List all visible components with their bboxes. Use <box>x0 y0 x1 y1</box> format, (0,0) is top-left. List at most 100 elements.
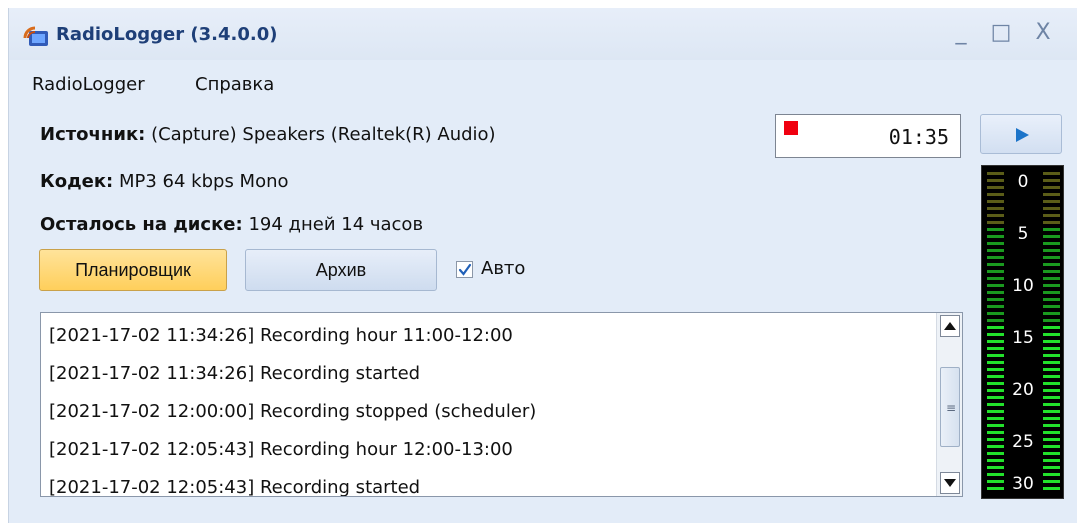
vu-meter-segment <box>987 277 1004 280</box>
scheduler-button[interactable]: Планировщик <box>39 249 227 291</box>
vu-meter-segment <box>987 368 1004 371</box>
chevron-down-icon <box>944 479 956 487</box>
vu-meter-segment <box>1043 242 1060 245</box>
vu-meter-segment <box>1043 291 1060 294</box>
vu-meter-segment <box>1043 431 1060 434</box>
vu-meter-segment <box>1043 361 1060 364</box>
vu-meter-segment <box>1043 480 1060 483</box>
vu-meter-segment <box>987 473 1004 476</box>
vu-meter-segment <box>987 340 1004 343</box>
close-button[interactable]: X <box>1029 18 1057 48</box>
log-scrollbar[interactable]: ≡ <box>936 313 962 496</box>
radiologger-window: RadioLogger (3.4.0.0) _ □ X RadioLogger … <box>8 8 1077 523</box>
vu-meter-segment <box>1043 235 1060 238</box>
vu-meter-segment <box>1043 312 1060 315</box>
vu-meter-segment <box>987 354 1004 357</box>
log-line: [2021-17-02 11:34:26] Recording started <box>49 363 421 384</box>
vu-meter-segment <box>1043 340 1060 343</box>
codec-label: Кодек: <box>40 171 114 192</box>
vu-scale-label: 20 <box>1012 380 1034 400</box>
scroll-down-button[interactable] <box>940 472 960 494</box>
auto-checkbox[interactable] <box>456 261 473 278</box>
archive-button[interactable]: Архив <box>245 249 437 291</box>
vu-meter-segment <box>1043 333 1060 336</box>
vu-meter-segment <box>1043 424 1060 427</box>
scroll-up-button[interactable] <box>940 315 960 337</box>
codec-value: MP3 64 kbps Mono <box>118 171 289 192</box>
vu-scale-label: 25 <box>1012 432 1034 452</box>
minimize-button[interactable]: _ <box>947 18 975 48</box>
chevron-up-icon <box>944 322 956 330</box>
vu-meter-segment <box>987 235 1004 238</box>
menu-radiologger[interactable]: RadioLogger <box>32 74 145 95</box>
vu-meter-segment <box>987 179 1004 182</box>
disk-space-label: Осталось на диске: <box>40 214 243 235</box>
vu-meter-segment <box>1043 354 1060 357</box>
vu-meter-segment <box>987 312 1004 315</box>
vu-meter-segment <box>987 333 1004 336</box>
window-title: RadioLogger (3.4.0.0) <box>56 24 278 45</box>
event-log[interactable]: [2021-17-02 11:34:26] Recording hour 11:… <box>40 312 963 497</box>
vu-meter-segment <box>987 284 1004 287</box>
vu-meter-segment <box>987 361 1004 364</box>
radio-logger-icon <box>23 26 48 46</box>
vu-meter-segment <box>1043 410 1060 413</box>
vu-meter-segment <box>987 291 1004 294</box>
vu-meter-segment <box>1043 179 1060 182</box>
vu-meter-segment <box>987 466 1004 469</box>
vu-meter-segment <box>1043 389 1060 392</box>
vu-meter-segment <box>987 487 1004 490</box>
vu-meter-segment <box>987 263 1004 266</box>
vu-meter-segment <box>987 347 1004 350</box>
vu-meter-segment <box>987 326 1004 329</box>
vu-meter-segment <box>987 459 1004 462</box>
vu-meter-segment <box>1043 326 1060 329</box>
vu-meter-segment <box>987 200 1004 203</box>
grip-icon: ≡ <box>946 401 957 415</box>
vu-meter-segment <box>987 298 1004 301</box>
vu-meter-segment <box>1043 263 1060 266</box>
auto-label[interactable]: Авто <box>481 258 525 279</box>
vu-meter-segment <box>1043 172 1060 175</box>
vu-scale-label: 15 <box>1012 328 1034 348</box>
vu-meter-segment <box>1043 487 1060 490</box>
vu-meter-segment <box>1043 438 1060 441</box>
vu-meter-segment <box>1043 228 1060 231</box>
vu-meter-segment <box>1043 193 1060 196</box>
vu-meter: 0 5 10 15 20 25 30 <box>981 165 1064 499</box>
log-line: [2021-17-02 12:00:00] Recording stopped … <box>49 401 537 422</box>
vu-meter-segment <box>1043 200 1060 203</box>
vu-meter-segment <box>987 375 1004 378</box>
vu-meter-segment <box>1043 452 1060 455</box>
play-button[interactable] <box>980 114 1062 154</box>
vu-meter-segment <box>987 445 1004 448</box>
disk-space-value: 194 дней 14 часов <box>248 214 424 235</box>
vu-meter-segment <box>987 389 1004 392</box>
vu-meter-segment <box>1043 186 1060 189</box>
vu-meter-segment <box>1043 305 1060 308</box>
vu-meter-segment <box>987 431 1004 434</box>
title-bar[interactable]: RadioLogger (3.4.0.0) _ □ X <box>9 8 1077 60</box>
vu-meter-segment <box>1043 466 1060 469</box>
menu-help[interactable]: Справка <box>195 74 274 95</box>
scroll-thumb[interactable]: ≡ <box>940 367 960 447</box>
vu-meter-segment <box>1043 382 1060 385</box>
vu-scale-label: 10 <box>1012 276 1034 296</box>
vu-meter-segment <box>1043 270 1060 273</box>
vu-meter-segment <box>987 452 1004 455</box>
vu-scale-label: 30 <box>1012 474 1034 494</box>
vu-scale-label: 5 <box>1017 224 1029 244</box>
vu-meter-segment <box>1043 403 1060 406</box>
source-info: Источник: (Capture) Speakers (Realtek(R)… <box>40 124 496 145</box>
vu-meter-segment <box>987 410 1004 413</box>
disk-space-info: Осталось на диске: 194 дней 14 часов <box>40 214 423 235</box>
vu-meter-segment <box>987 270 1004 273</box>
source-label: Источник: <box>40 124 146 145</box>
log-line: [2021-17-02 12:05:43] Recording hour 12:… <box>49 439 513 460</box>
vu-meter-segment <box>987 186 1004 189</box>
vu-meter-segment <box>1043 445 1060 448</box>
vu-meter-segment <box>1043 417 1060 420</box>
maximize-button[interactable]: □ <box>987 18 1015 48</box>
vu-meter-segment <box>1043 347 1060 350</box>
vu-meter-segment <box>987 207 1004 210</box>
